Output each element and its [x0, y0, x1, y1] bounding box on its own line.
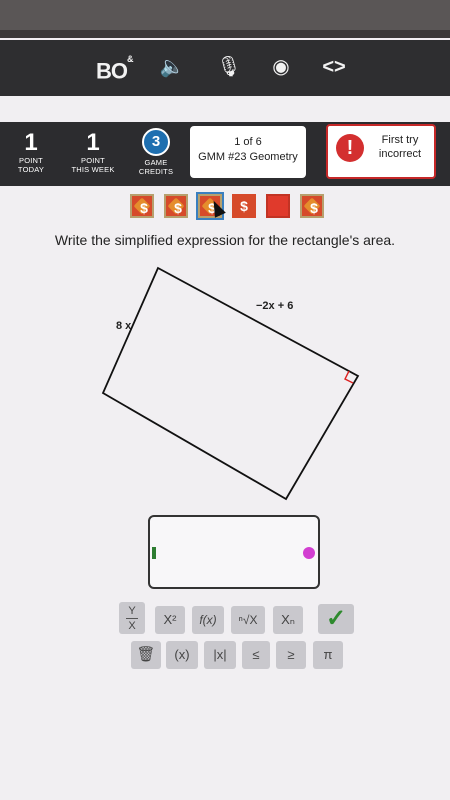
pi-key[interactable]: π [313, 641, 343, 669]
side-label-8x: 8 x [116, 320, 132, 332]
question-progress: $ $ $ $ $ [130, 192, 330, 220]
coin-dollar-icon: $ [140, 200, 148, 216]
answer-input[interactable] [148, 515, 320, 589]
points-today-label-2: TODAY [17, 165, 45, 174]
progress-coin-5[interactable] [266, 194, 290, 218]
side-label-neg2x-plus-6: −2x + 6 [256, 300, 293, 312]
fraction-numerator: Y [126, 604, 138, 619]
coin-dollar-icon: $ [310, 200, 318, 216]
logo-text: BO [96, 58, 128, 84]
brand-logo: BO& [96, 53, 133, 84]
points-today-label-1: POINT [19, 156, 43, 165]
points-week: 1 POINT THIS WEEK [70, 129, 116, 175]
power-key[interactable]: X² [155, 606, 185, 634]
lesson-name: GMM #23 Geometry [198, 151, 298, 163]
rectangle-shape [101, 266, 360, 501]
points-week-value: 1 [86, 129, 100, 156]
question-text: Write the simplified expression for the … [54, 232, 396, 248]
credits-badge: 3 [142, 128, 170, 156]
lesson-indicator[interactable]: 1 of 6 GMM #23 Geometry [190, 126, 306, 178]
coin-dollar-icon: $ [240, 198, 248, 214]
subscript-key[interactable]: Xₙ [273, 606, 303, 634]
first-try-alert: ! First try incorrect [326, 124, 436, 179]
alert-text: First try incorrect [366, 133, 434, 161]
rectangle-figure: 8 x −2x + 6 [101, 266, 360, 501]
progress-coin-2[interactable]: $ [164, 194, 188, 218]
text-caret [152, 547, 156, 559]
parentheses-key[interactable]: (x) [166, 641, 198, 669]
coin-dollar-icon: $ [174, 200, 182, 216]
progress-coin-1[interactable]: $ [130, 194, 154, 218]
credits-label-2: CREDITS [138, 167, 174, 176]
trash-icon[interactable]: 🗑 [131, 641, 161, 669]
alert-icon: ! [336, 134, 364, 162]
alert-line-1: First try [381, 134, 419, 146]
speaker-icon[interactable]: 🔈 [152, 53, 192, 81]
points-today-value: 1 [24, 129, 38, 156]
fraction-key[interactable]: Y X [119, 602, 145, 634]
progress-coin-4[interactable]: $ [232, 194, 256, 218]
alert-line-2: incorrect [378, 148, 422, 160]
root-key[interactable]: ⁿ√X [231, 606, 265, 634]
progress-coin-6[interactable]: $ [300, 194, 324, 218]
input-indicator-dot [303, 547, 315, 559]
absolute-value-key[interactable]: |x| [204, 641, 236, 669]
submit-check-button[interactable]: ✓ [318, 604, 354, 634]
fraction-denominator: X [128, 620, 136, 632]
game-credits[interactable]: 3 GAME CREDITS [136, 128, 176, 176]
points-today: 1 POINT TODAY [12, 129, 50, 175]
less-equal-key[interactable]: ≤ [242, 641, 270, 669]
points-week-label-1: POINT [81, 156, 105, 165]
function-key[interactable]: f(x) [192, 606, 224, 634]
lesson-progress: 1 of 6 [234, 136, 262, 148]
broadcast-icon[interactable]: ◉ [262, 53, 300, 81]
microphone-icon[interactable]: 🎙 [210, 53, 248, 81]
embed-code-icon[interactable]: <> [316, 53, 352, 81]
logo-amp: & [127, 54, 133, 64]
credits-label-1: GAME [144, 158, 168, 167]
points-week-label-2: THIS WEEK [71, 165, 115, 174]
greater-equal-key[interactable]: ≥ [276, 641, 306, 669]
